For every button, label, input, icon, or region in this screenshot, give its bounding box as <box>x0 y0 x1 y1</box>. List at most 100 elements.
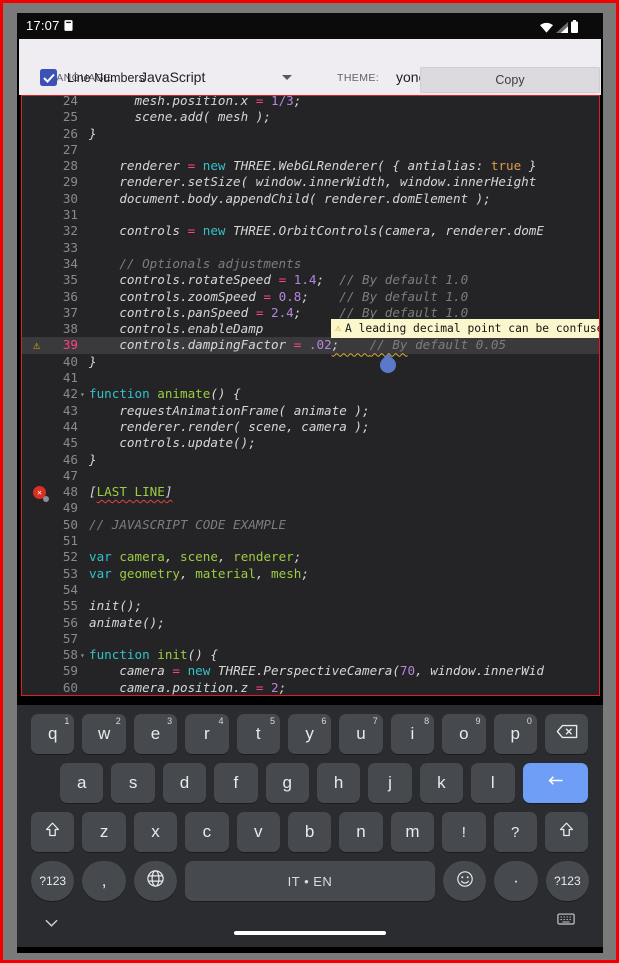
key-b[interactable]: b <box>287 812 332 852</box>
code-line[interactable]: 56 animate(); <box>22 615 599 631</box>
key-f[interactable]: f <box>214 763 258 803</box>
code-line[interactable]: 51 <box>22 533 599 549</box>
keyboard-hide-icon[interactable] <box>557 913 575 931</box>
key-,[interactable]: , <box>82 861 126 901</box>
chevron-down-icon[interactable] <box>45 914 58 932</box>
editor-toolbar: LANGUAGE: JavaScript THEME: yonce Line N… <box>19 39 601 95</box>
code-line[interactable]: 36 controls.zoomSpeed = 0.8; // By defau… <box>22 289 599 305</box>
code-line[interactable]: 43 requestAnimationFrame( animate ); <box>22 403 599 419</box>
code-line[interactable]: ✕ 48 [LAST LINE] <box>22 484 599 503</box>
code-line[interactable]: 31 <box>22 207 599 223</box>
key-label: u <box>356 724 366 743</box>
code-line[interactable]: 41 <box>22 370 599 386</box>
key-l[interactable]: l <box>471 763 515 803</box>
code-line[interactable]: 29 renderer.setSize( window.innerWidth, … <box>22 174 599 190</box>
enter-key[interactable] <box>522 763 588 803</box>
code-text: var camera, scene, renderer; <box>89 549 302 565</box>
key-u[interactable]: u7 <box>339 714 383 754</box>
code-line[interactable]: 52 var camera, scene, renderer; <box>22 549 599 565</box>
backspace-key[interactable] <box>544 714 589 754</box>
key-![interactable]: ! <box>442 812 486 852</box>
chevron-down-icon[interactable] <box>282 75 292 80</box>
code-line[interactable]: 30 document.body.appendChild( renderer.d… <box>22 191 599 207</box>
key-k[interactable]: k <box>419 763 464 803</box>
code-line[interactable]: 58 ▾ function init() { <box>22 647 599 663</box>
key-label: q <box>47 724 58 743</box>
key-n[interactable]: n <box>339 812 383 852</box>
key-e[interactable]: e3 <box>133 714 178 754</box>
code-line[interactable]: 47 <box>22 468 599 484</box>
code-line[interactable]: 35 controls.rotateSpeed = 1.4; // By def… <box>22 272 599 288</box>
spacebar-key[interactable]: IT • EN <box>185 861 435 901</box>
keyboard-row: asdfghjkl <box>17 763 603 803</box>
key-s[interactable]: s <box>111 763 155 803</box>
code-line[interactable]: 44 renderer.render( scene, camera ); <box>22 419 599 435</box>
key-?[interactable]: ? <box>493 812 537 852</box>
code-line[interactable]: 57 <box>22 631 599 647</box>
key-o[interactable]: o9 <box>442 714 486 754</box>
code-text: camera.position.z = 2; <box>89 679 287 695</box>
key-z[interactable]: z <box>82 812 126 852</box>
key-h[interactable]: h <box>316 763 361 803</box>
key-m[interactable]: m <box>390 812 435 852</box>
globe-key[interactable] <box>133 861 178 901</box>
key-q[interactable]: q1 <box>31 714 75 754</box>
code-line[interactable]: 60 camera.position.z = 2; <box>22 679 599 695</box>
code-line[interactable]: 33 <box>22 240 599 256</box>
code-text: } <box>89 125 97 141</box>
fold-arrow-icon[interactable]: ▾ <box>80 648 85 664</box>
code-line[interactable]: 46} <box>22 452 599 468</box>
key-g[interactable]: g <box>265 763 309 803</box>
code-text: init(); <box>89 598 143 614</box>
line-number: 53 <box>62 565 78 581</box>
line-number: 46 <box>62 451 78 467</box>
key-?123[interactable]: ?123 <box>31 861 75 901</box>
key-w[interactable]: w2 <box>82 714 126 754</box>
code-line[interactable]: 49 <box>22 500 599 516</box>
key-?123[interactable]: ?123 <box>545 861 589 901</box>
shift-key[interactable] <box>544 812 589 852</box>
code-text: function init() { <box>89 647 218 663</box>
key-sup-label: 6 <box>321 716 327 726</box>
key-x[interactable]: x <box>133 812 178 852</box>
code-line[interactable]: 26} <box>22 126 599 142</box>
key-t[interactable]: t5 <box>236 714 280 754</box>
code-line[interactable]: 45 controls.update(); <box>22 435 599 451</box>
code-line[interactable]: ⚠ 39 controls.dampingFactor = .02; // By … <box>22 337 599 354</box>
code-line[interactable]: 55 init(); <box>22 598 599 614</box>
fold-arrow-icon[interactable]: ▾ <box>80 387 85 403</box>
key-v[interactable]: v <box>236 812 280 852</box>
key-r[interactable]: r4 <box>185 714 229 754</box>
key-c[interactable]: c <box>185 812 229 852</box>
key-p[interactable]: p0 <box>493 714 537 754</box>
device-screen: 17:07 LANGUAGE: JavaScript THEME: yonce … <box>17 13 603 953</box>
key-a[interactable]: a <box>60 763 104 803</box>
key-·[interactable]: · <box>494 861 538 901</box>
code-line[interactable]: 27 <box>22 142 599 158</box>
code-line[interactable]: 53 var geometry, material, mesh; <box>22 566 599 582</box>
code-line[interactable]: 50 // JAVASCRIPT CODE EXAMPLE <box>22 517 599 533</box>
code-editor[interactable]: 24 mesh.position.x = 1/3; 25 scene.add( m… <box>21 95 600 696</box>
key-i[interactable]: i8 <box>390 714 435 754</box>
code-text: scene.add( mesh ); <box>89 109 271 125</box>
key-sup-label: 8 <box>424 716 430 726</box>
key-y[interactable]: y6 <box>287 714 332 754</box>
shift-key[interactable] <box>31 812 75 852</box>
code-line[interactable]: 42 ▾ function animate() { <box>22 386 599 402</box>
code-line[interactable]: 32 controls = new THREE.OrbitControls(ca… <box>22 223 599 239</box>
code-text: controls.enableDamp <box>89 321 264 337</box>
key-j[interactable]: j <box>368 763 412 803</box>
code-line[interactable]: 40} <box>22 354 599 370</box>
code-line[interactable]: 34 // Optionals adjustments <box>22 256 599 272</box>
copy-button[interactable]: Copy <box>420 67 600 93</box>
code-line[interactable]: 59 camera = new THREE.PerspectiveCamera(… <box>22 663 599 679</box>
code-line[interactable]: 25 scene.add( mesh ); <box>22 109 599 125</box>
code-line[interactable]: 24 mesh.position.x = 1/3; <box>22 96 599 109</box>
key-d[interactable]: d <box>162 763 207 803</box>
gesture-nav-handle[interactable] <box>234 931 386 935</box>
emoji-key[interactable] <box>442 861 487 901</box>
code-line[interactable]: 54 <box>22 582 599 598</box>
line-numbers-checkbox[interactable] <box>40 69 57 86</box>
code-line[interactable]: 28 renderer = new THREE.WebGLRenderer( {… <box>22 158 599 174</box>
language-select[interactable]: JavaScript <box>140 69 205 85</box>
